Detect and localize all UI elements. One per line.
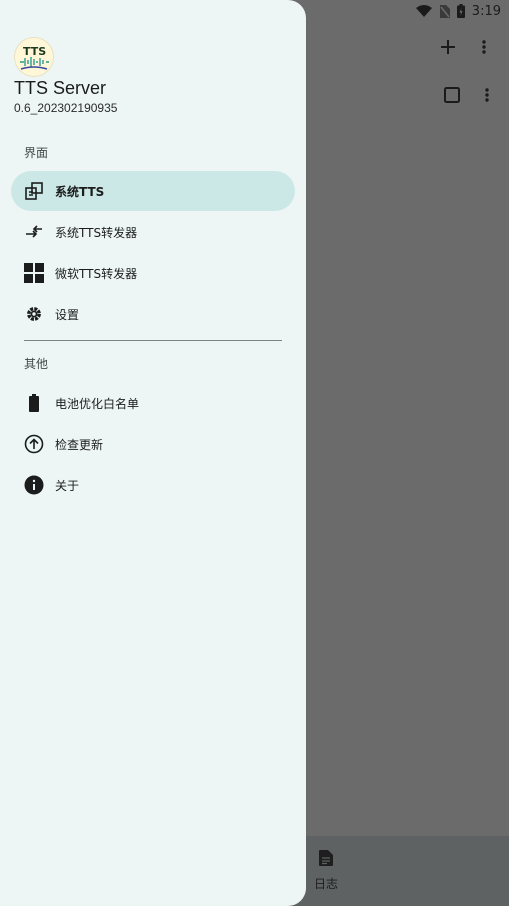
status-bar: 3:19 — [281, 0, 509, 22]
windows-icon — [23, 262, 45, 284]
gear-icon — [23, 303, 45, 325]
system-tts-icon — [23, 180, 45, 202]
nav-item-settings[interactable]: 设置 — [11, 294, 295, 334]
drawer-divider — [24, 340, 282, 341]
checkbox-icon[interactable] — [441, 84, 463, 106]
app-logo-icon: TTS — [14, 37, 54, 77]
app-name: TTS Server — [14, 78, 107, 98]
no-sim-icon — [439, 4, 450, 18]
info-icon — [23, 474, 45, 496]
nav-item-label: 电池优化白名单 — [55, 396, 140, 411]
bottom-tab-log[interactable]: 日志 — [306, 850, 346, 892]
clock-time: 3:19 — [471, 3, 501, 19]
more-vert-icon[interactable] — [474, 36, 494, 58]
wifi-icon — [415, 5, 432, 17]
nav-item-about[interactable]: 关于 — [11, 465, 295, 505]
navigation-drawer: TTS TTS Server 0.6_202302190935 界面 系统TTS… — [0, 0, 306, 906]
upload-circle-icon — [23, 433, 45, 455]
section-label-interface: 界面 — [24, 146, 49, 160]
nav-item-check-update[interactable]: 检查更新 — [11, 424, 295, 464]
bottom-tab-label: 日志 — [313, 877, 338, 891]
app-version: 0.6_202302190935 — [14, 101, 118, 115]
nav-item-system-tts[interactable]: 系统TTS — [11, 171, 295, 211]
document-icon — [319, 850, 333, 869]
section-label-other: 其他 — [24, 357, 49, 371]
nav-item-ms-tts-forwarder[interactable]: 微软TTS转发器 — [11, 253, 295, 293]
svg-text:TTS: TTS — [23, 45, 46, 58]
nav-item-label: 设置 — [55, 307, 80, 322]
swap-arrows-icon — [23, 221, 45, 243]
nav-item-battery-whitelist[interactable]: 电池优化白名单 — [11, 383, 295, 423]
nav-item-system-tts-forwarder[interactable]: 系统TTS转发器 — [11, 212, 295, 252]
battery-icon — [23, 392, 45, 414]
nav-item-label: 系统TTS转发器 — [55, 225, 138, 240]
item-more-vert-icon[interactable] — [477, 84, 497, 106]
nav-item-label: 关于 — [55, 478, 80, 493]
nav-item-label: 微软TTS转发器 — [55, 266, 138, 281]
nav-item-label: 检查更新 — [55, 437, 104, 452]
nav-item-label: 系统TTS — [55, 184, 105, 199]
battery-charging-icon — [456, 4, 465, 18]
add-icon[interactable] — [437, 36, 459, 58]
